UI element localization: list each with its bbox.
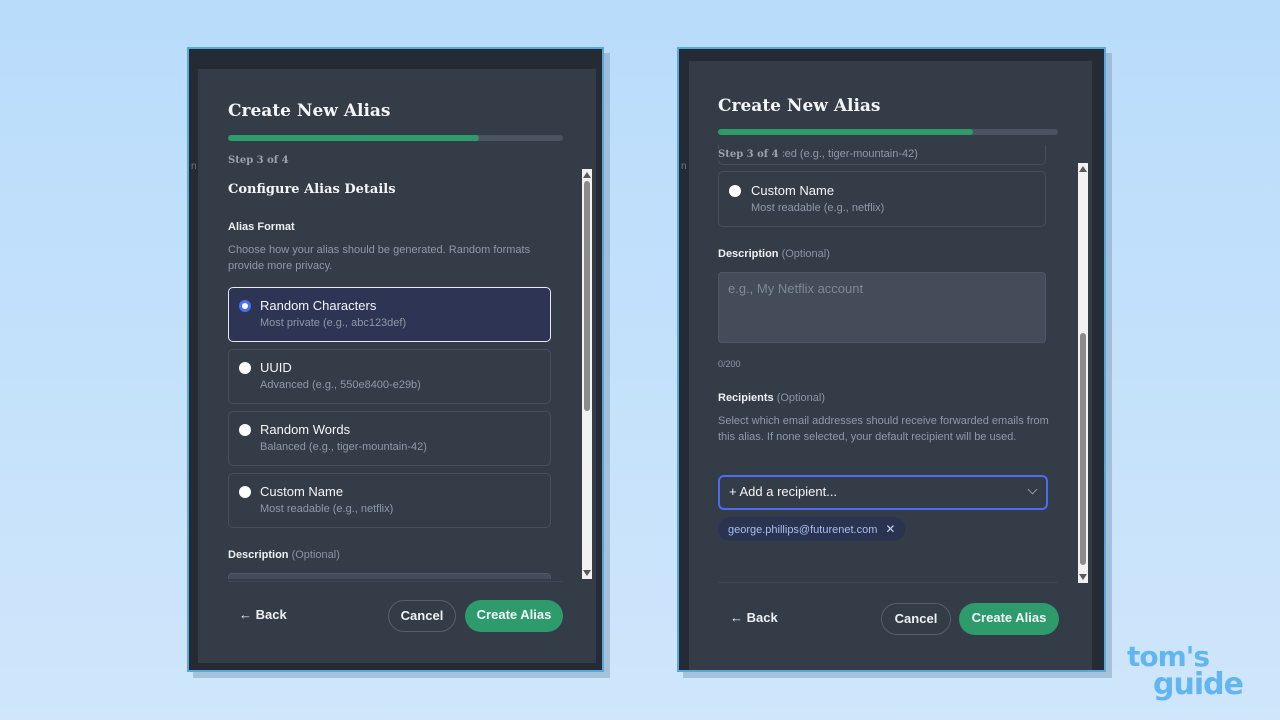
option-custom-name[interactable]: Custom Name Most readable (e.g., netflix… bbox=[718, 171, 1046, 227]
create-alias-modal: Create New Alias Balanced (e.g., tiger-m… bbox=[689, 61, 1092, 670]
recipients-label: Recipients (Optional) bbox=[718, 392, 825, 404]
radio[interactable] bbox=[239, 424, 251, 436]
option-title: UUID bbox=[260, 360, 292, 375]
optional-tag: (Optional) bbox=[776, 392, 825, 404]
recipients-label-text: Recipients bbox=[718, 392, 774, 404]
scroll-down-icon[interactable] bbox=[1079, 574, 1087, 580]
step-indicator: Step 3 of 4 bbox=[228, 155, 289, 166]
chevron-down-icon bbox=[1027, 484, 1038, 495]
scroll-thumb[interactable] bbox=[1080, 333, 1086, 565]
close-icon[interactable]: ✕ bbox=[885, 522, 895, 536]
back-button[interactable]: ← Back bbox=[730, 603, 800, 635]
option-subtitle: Most private (e.g., abc123def) bbox=[260, 317, 407, 329]
radio[interactable] bbox=[239, 362, 251, 374]
option-title: Custom Name bbox=[260, 484, 344, 499]
option-random-characters[interactable]: Random Characters Most private (e.g., ab… bbox=[228, 287, 551, 342]
footer-divider bbox=[228, 581, 563, 582]
option-subtitle: Most readable (e.g., netflix) bbox=[751, 202, 885, 214]
cancel-button[interactable]: Cancel bbox=[881, 603, 951, 635]
back-button[interactable]: ← Back bbox=[239, 600, 309, 632]
section-title: Configure Alias Details bbox=[228, 182, 396, 197]
modal-title: Create New Alias bbox=[228, 101, 391, 121]
modal-scroll-area[interactable]: Configure Alias Details Alias Format Cho… bbox=[198, 169, 596, 579]
scrollbar[interactable] bbox=[582, 169, 592, 579]
scrollbar[interactable] bbox=[1078, 163, 1088, 583]
progress-fill bbox=[228, 135, 480, 141]
scroll-thumb[interactable] bbox=[584, 181, 590, 411]
option-random-words[interactable]: Random Words Balanced (e.g., tiger-mount… bbox=[228, 411, 551, 466]
description-label-text: Description bbox=[718, 248, 779, 260]
alias-format-label: Alias Format bbox=[228, 221, 295, 233]
radio-selected[interactable] bbox=[239, 300, 251, 312]
recipient-chip: george.phillips@futurenet.com ✕ bbox=[718, 517, 906, 541]
option-title: Custom Name bbox=[751, 183, 835, 198]
modal-scroll-area[interactable]: Balanced (e.g., tiger-mountain-42) Step … bbox=[689, 145, 1092, 581]
option-subtitle: Most readable (e.g., netflix) bbox=[260, 503, 394, 515]
optional-tag: (Optional) bbox=[781, 248, 830, 260]
description-input[interactable] bbox=[228, 573, 551, 579]
add-recipient-text: + Add a recipient... bbox=[729, 484, 838, 499]
add-recipient-select[interactable]: + Add a recipient... bbox=[718, 475, 1048, 510]
scroll-up-icon[interactable] bbox=[583, 172, 591, 178]
character-counter: 0/200 bbox=[718, 359, 741, 369]
option-subtitle: Advanced (e.g., 550e8400-e29b) bbox=[260, 379, 421, 391]
progress-bar bbox=[718, 129, 1058, 135]
cancel-button[interactable]: Cancel bbox=[388, 600, 456, 632]
optional-tag: (Optional) bbox=[291, 549, 340, 561]
recipient-email: george.phillips@futurenet.com bbox=[728, 524, 878, 536]
description-input[interactable]: e.g., My Netflix account bbox=[718, 272, 1046, 343]
step-indicator: Step 3 of 4 bbox=[718, 149, 783, 160]
left-screenshot: n y Create New Alias Step 3 of 4 Configu… bbox=[187, 47, 604, 672]
logo-line-2: guide bbox=[1153, 667, 1244, 702]
radio[interactable] bbox=[239, 486, 251, 498]
create-alias-button[interactable]: Create Alias bbox=[465, 600, 563, 632]
progress-bar bbox=[228, 135, 563, 141]
progress-fill bbox=[718, 129, 973, 135]
toms-guide-logo: tom's guide bbox=[1127, 643, 1244, 702]
modal-title: Create New Alias bbox=[718, 96, 881, 116]
option-title: Random Characters bbox=[260, 298, 377, 313]
option-uuid[interactable]: UUID Advanced (e.g., 550e8400-e29b) bbox=[228, 349, 551, 404]
recipients-help: Select which email addresses should rece… bbox=[718, 415, 1049, 443]
option-custom-name[interactable]: Custom Name Most readable (e.g., netflix… bbox=[228, 473, 551, 528]
scroll-up-icon[interactable] bbox=[1079, 166, 1087, 172]
description-label: Description (Optional) bbox=[718, 248, 830, 260]
description-label: Description (Optional) bbox=[228, 549, 340, 561]
description-label-text: Description bbox=[228, 549, 289, 561]
scroll-down-icon[interactable] bbox=[583, 570, 591, 576]
option-subtitle: Balanced (e.g., tiger-mountain-42) bbox=[260, 441, 427, 453]
footer-divider bbox=[718, 582, 1058, 583]
radio[interactable] bbox=[729, 185, 741, 197]
right-screenshot: n y Create New Alias Balanced (e.g., tig… bbox=[677, 47, 1106, 672]
alias-format-help: Choose how your alias should be generate… bbox=[228, 244, 531, 272]
option-title: Random Words bbox=[260, 422, 351, 437]
create-alias-button[interactable]: Create Alias bbox=[959, 603, 1059, 635]
create-alias-modal: Create New Alias Step 3 of 4 Configure A… bbox=[198, 69, 596, 663]
